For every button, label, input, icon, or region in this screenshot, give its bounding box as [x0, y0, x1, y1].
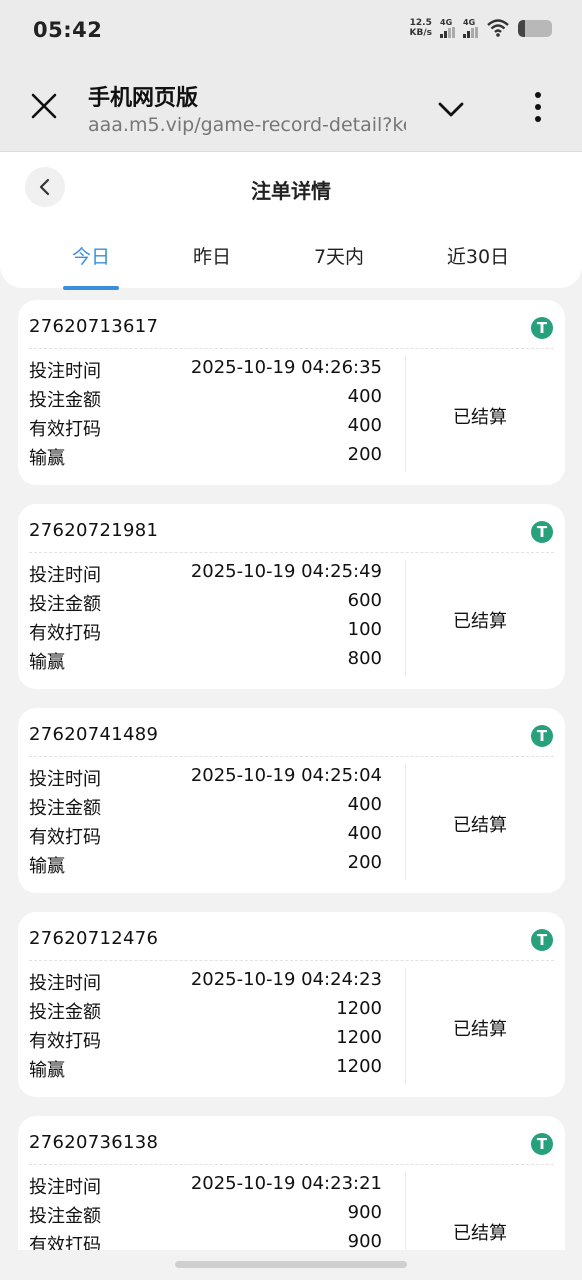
label-valid-bet: 有效打码	[29, 1235, 101, 1250]
label-bet-time: 投注时间	[29, 973, 101, 994]
status-icons: 12.5 KB/s 4G 4G	[410, 18, 552, 38]
label-valid-bet: 有效打码	[29, 827, 101, 848]
value-bet-time: 2025-10-19 04:24:23	[190, 969, 382, 990]
signal-icon-sim1: 4G	[440, 18, 455, 38]
record-card[interactable]: 27620736138 T 投注时间 2025-10-19 04:23:21 投注…	[18, 1116, 565, 1250]
value-bet-amount: 1200	[336, 998, 382, 1019]
status-label: 已结算	[453, 611, 507, 632]
chevron-down-icon[interactable]	[436, 94, 466, 124]
label-valid-bet: 有效打码	[29, 419, 101, 440]
value-valid-bet: 100	[347, 619, 382, 640]
record-id: 27620712476	[29, 928, 159, 949]
label-valid-bet: 有效打码	[29, 1031, 101, 1052]
status-label: 已结算	[453, 815, 507, 836]
record-card[interactable]: 27620741489 T 投注时间 2025-10-19 04:25:04 投注…	[18, 708, 565, 893]
label-bet-time: 投注时间	[29, 565, 101, 586]
label-bet-amount: 投注金额	[29, 798, 101, 819]
usdt-icon: T	[531, 725, 553, 747]
value-valid-bet: 400	[347, 415, 382, 436]
page-title: 注单详情	[251, 179, 331, 203]
status-label: 已结算	[453, 1019, 507, 1040]
value-bet-amount: 900	[347, 1202, 382, 1223]
browser-bar: 手机网页版 aaa.m5.vip/game-record-detail?ke	[0, 64, 582, 152]
value-bet-time: 2025-10-19 04:25:04	[190, 765, 382, 786]
label-bet-time: 投注时间	[29, 361, 101, 382]
status-label: 已结算	[453, 407, 507, 428]
sim1-label: 4G	[440, 18, 453, 27]
label-bet-amount: 投注金额	[29, 594, 101, 615]
date-tabs: 今日 昨日 7天内 近30日	[0, 242, 582, 290]
divider	[29, 960, 554, 961]
value-bet-time: 2025-10-19 04:25:49	[190, 561, 382, 582]
label-bet-amount: 投注金额	[29, 1002, 101, 1023]
record-id: 27620713617	[29, 316, 159, 337]
value-bet-time: 2025-10-19 04:26:35	[190, 357, 382, 378]
usdt-icon: T	[531, 1133, 553, 1155]
value-win-loss: 200	[347, 852, 382, 873]
close-icon[interactable]	[28, 90, 60, 122]
more-menu-icon[interactable]	[528, 90, 548, 124]
tab-30-days[interactable]: 近30日	[423, 242, 533, 269]
value-bet-time: 2025-10-19 04:23:21	[190, 1173, 382, 1194]
value-valid-bet: 900	[347, 1231, 382, 1250]
usdt-icon: T	[531, 317, 553, 339]
label-bet-time: 投注时间	[29, 769, 101, 790]
label-win-loss: 输赢	[29, 448, 65, 469]
label-win-loss: 输赢	[29, 856, 65, 877]
net-speed-unit: KB/s	[409, 28, 432, 38]
label-win-loss: 输赢	[29, 1060, 65, 1081]
net-speed: 12.5 KB/s	[410, 18, 432, 38]
value-bet-amount: 400	[347, 386, 382, 407]
signal-icon-sim2: 4G	[463, 18, 478, 38]
record-id: 27620741489	[29, 724, 159, 745]
sim2-label: 4G	[463, 18, 476, 27]
net-speed-value: 12.5	[409, 18, 432, 28]
home-indicator[interactable]	[175, 1261, 407, 1268]
divider	[29, 552, 554, 553]
value-win-loss: 1200	[336, 1056, 382, 1077]
status-bar: 05:42 12.5 KB/s 4G 4G	[0, 0, 582, 64]
record-card[interactable]: 27620721981 T 投注时间 2025-10-19 04:25:49 投注…	[18, 504, 565, 689]
divider	[29, 348, 554, 349]
status-time: 05:42	[33, 18, 103, 42]
battery-icon	[518, 19, 552, 37]
tab-today[interactable]: 今日	[36, 242, 146, 269]
label-valid-bet: 有效打码	[29, 623, 101, 644]
value-bet-amount: 400	[347, 794, 382, 815]
record-id: 27620736138	[29, 1132, 159, 1153]
usdt-icon: T	[531, 521, 553, 543]
value-bet-amount: 600	[347, 590, 382, 611]
browser-url[interactable]: aaa.m5.vip/game-record-detail?ke	[88, 114, 406, 136]
record-card[interactable]: 27620712476 T 投注时间 2025-10-19 04:24:23 投注…	[18, 912, 565, 1097]
tab-7-days[interactable]: 7天内	[284, 242, 394, 269]
tab-yesterday[interactable]: 昨日	[157, 242, 267, 269]
record-card[interactable]: 27620713617 T 投注时间 2025-10-19 04:26:35 投注…	[18, 300, 565, 485]
value-win-loss: 200	[347, 444, 382, 465]
label-bet-amount: 投注金额	[29, 390, 101, 411]
status-label: 已结算	[453, 1223, 507, 1244]
label-bet-amount: 投注金额	[29, 1206, 101, 1227]
value-valid-bet: 1200	[336, 1027, 382, 1048]
label-win-loss: 输赢	[29, 652, 65, 673]
label-bet-time: 投注时间	[29, 1177, 101, 1198]
record-list: 27620713617 T 投注时间 2025-10-19 04:26:35 投注…	[0, 290, 582, 1250]
usdt-icon: T	[531, 929, 553, 951]
browser-title: 手机网页版	[88, 86, 199, 111]
wifi-icon	[487, 19, 509, 37]
divider	[29, 1164, 554, 1165]
value-win-loss: 800	[347, 648, 382, 669]
value-valid-bet: 400	[347, 823, 382, 844]
page-header: 注单详情 今日 昨日 7天内 近30日	[0, 152, 582, 290]
record-id: 27620721981	[29, 520, 159, 541]
divider	[29, 756, 554, 757]
